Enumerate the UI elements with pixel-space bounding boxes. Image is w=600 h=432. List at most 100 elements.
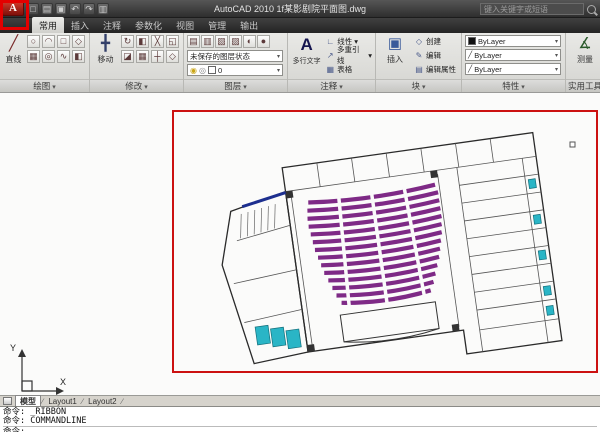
- drawing-canvas[interactable]: Y X: [0, 93, 600, 395]
- document-name: 1f某影剧院平面图.dwg: [277, 4, 367, 14]
- command-prompt[interactable]: 命令:: [3, 426, 597, 432]
- floor-plan: [210, 133, 562, 386]
- tab-view[interactable]: 视图: [169, 17, 201, 33]
- create-block-button[interactable]: ◇ 创建: [414, 35, 456, 47]
- rotate-tool-icon[interactable]: ↻: [121, 35, 134, 48]
- panel-utilities-label[interactable]: 实用工具: [566, 79, 600, 92]
- layer-tool-row: ▤ ▥ ▧ ▨ ◐ ●: [187, 35, 283, 48]
- panel-annotate: A 多行文字 ∟ 线性 ▾ ↗ 多重引线 ▾ ▦: [288, 33, 376, 92]
- multileader-icon: ↗: [325, 51, 335, 60]
- layout-tab-bar: 模型 ∕ Layout1 ∕ Layout2 ∕: [0, 395, 600, 406]
- rectangle-tool-icon[interactable]: □: [57, 35, 70, 48]
- search-icon[interactable]: [587, 5, 596, 14]
- layer-name-value: 0: [218, 66, 222, 75]
- edit-attributes-label: 编辑属性: [426, 64, 456, 75]
- color-swatch: [468, 37, 476, 45]
- caret-down-icon: ▾: [521, 84, 525, 91]
- annotation-highlight-box: [0, 0, 29, 30]
- help-search: [480, 3, 596, 15]
- plot-icon[interactable]: ▥: [97, 3, 109, 15]
- edit-block-label: 编辑: [426, 50, 441, 61]
- save-icon[interactable]: ▣: [55, 3, 67, 15]
- layer-properties-icon[interactable]: ▤: [187, 35, 200, 48]
- multileader-button[interactable]: ↗ 多重引线 ▾: [325, 49, 372, 61]
- stairs-hatch: [237, 204, 280, 238]
- layer-lock-icon[interactable]: ●: [257, 35, 270, 48]
- redo-icon[interactable]: ↷: [83, 3, 95, 15]
- line-button[interactable]: ╱ 直线: [3, 35, 24, 65]
- erase-tool-icon[interactable]: ◪: [121, 50, 134, 63]
- lineweight-value: ByLayer: [474, 65, 502, 74]
- edit-attributes-button[interactable]: ▤ 编辑属性: [414, 63, 456, 75]
- panel-properties-label[interactable]: 特性▾: [462, 79, 565, 92]
- edit-block-icon: ✎: [414, 51, 424, 60]
- tab-layout1[interactable]: Layout1: [44, 397, 80, 406]
- panel-modify: ╋ 移动 ↻ ◧ ╳ ◱ ◪ ▦ ┼ ◇ 修改▾: [90, 33, 184, 92]
- measure-button[interactable]: ∡ 测量: [569, 35, 600, 65]
- trim-tool-icon[interactable]: ╳: [151, 35, 164, 48]
- layer-states-icon[interactable]: ▥: [201, 35, 214, 48]
- panel-annotate-title: 注释: [320, 81, 337, 91]
- linetype-dropdown[interactable]: ╱ ByLayer ▾: [465, 49, 561, 61]
- panel-properties: ByLayer ▾ ╱ ByLayer ▾ ╱ ByLayer ▾: [462, 33, 566, 92]
- arc-tool-icon[interactable]: ◠: [42, 35, 55, 48]
- lineweight-sample-icon: ╱: [468, 65, 472, 73]
- ucs-x-label: X: [60, 377, 66, 387]
- quick-access-toolbar: □ ▤ ▣ ↶ ↷ ▥: [27, 3, 109, 15]
- mirror-tool-icon[interactable]: ◧: [136, 35, 149, 48]
- hatch-tool-icon[interactable]: ▦: [27, 50, 40, 63]
- stage: [340, 302, 439, 347]
- grip-point[interactable]: [570, 142, 575, 147]
- tab-insert[interactable]: 插入: [64, 17, 96, 33]
- command-line[interactable]: 命令: _RIBBON 命令: COMMANDLINE 命令:: [0, 406, 600, 432]
- circle-tool-icon[interactable]: ○: [27, 35, 40, 48]
- fillet-tool-icon[interactable]: ┼: [151, 50, 164, 63]
- app-name: AutoCAD 2010: [214, 4, 274, 14]
- layer-state-dropdown[interactable]: 未保存的图层状态 ▾: [187, 50, 283, 62]
- object-color-dropdown[interactable]: ByLayer ▾: [465, 35, 561, 47]
- insert-block-label: 插入: [387, 54, 403, 65]
- search-input[interactable]: [480, 3, 584, 15]
- explode-tool-icon[interactable]: ◇: [166, 50, 179, 63]
- panel-layers: ▤ ▥ ▧ ▨ ◐ ● 未保存的图层状态 ▾ ◉ ◎: [184, 33, 288, 92]
- undo-icon[interactable]: ↶: [69, 3, 81, 15]
- move-button-label: 移动: [98, 54, 114, 65]
- tab-output[interactable]: 输出: [233, 17, 265, 33]
- gradient-tool-icon[interactable]: ◧: [72, 50, 85, 63]
- table-button[interactable]: ▦ 表格: [325, 63, 372, 75]
- layer-freeze-icon[interactable]: ▨: [229, 35, 242, 48]
- spline-tool-icon[interactable]: ∿: [57, 50, 70, 63]
- linear-dim-icon: ∟: [325, 37, 335, 46]
- lineweight-dropdown[interactable]: ╱ ByLayer ▾: [465, 63, 561, 75]
- offset-tool-icon[interactable]: ◎: [42, 50, 55, 63]
- panel-layers-label[interactable]: 图层▾: [184, 79, 287, 92]
- mtext-button[interactable]: A 多行文字: [291, 35, 322, 66]
- open-file-icon[interactable]: ▤: [41, 3, 53, 15]
- panel-block-label[interactable]: 块▾: [376, 79, 461, 92]
- panel-modify-label[interactable]: 修改▾: [90, 79, 183, 92]
- autocad-window: A □ ▤ ▣ ↶ ↷ ▥ AutoCAD 2010 1f某影剧院平面图.dwg…: [0, 0, 600, 432]
- mtext-icon: A: [301, 35, 313, 55]
- layer-state-value: 未保存的图层状态: [190, 51, 250, 62]
- ribbon-tab-bar: 常用 插入 注释 参数化 视图 管理 输出: [0, 18, 600, 33]
- move-button[interactable]: ╋ 移动: [93, 35, 118, 65]
- caret-down-icon: ▾: [52, 84, 56, 91]
- polygon-tool-icon[interactable]: ◇: [72, 35, 85, 48]
- edit-block-button[interactable]: ✎ 编辑: [414, 49, 456, 61]
- layer-dropdown[interactable]: ◉ ◎ 0 ▾: [187, 64, 283, 76]
- array-tool-icon[interactable]: ▦: [136, 50, 149, 63]
- layer-off-icon[interactable]: ◐: [243, 35, 256, 48]
- scale-tool-icon[interactable]: ◱: [166, 35, 179, 48]
- tab-manage[interactable]: 管理: [201, 17, 233, 33]
- insert-block-button[interactable]: ▣ 插入: [379, 35, 411, 65]
- layer-thaw-icon: ◎: [199, 66, 206, 75]
- tab-annotate[interactable]: 注释: [96, 17, 128, 33]
- tab-layout2[interactable]: Layout2: [84, 397, 120, 406]
- tab-parametric[interactable]: 参数化: [128, 17, 169, 33]
- caret-down-icon: ▾: [422, 84, 426, 91]
- panel-draw-label[interactable]: 绘图▾: [0, 79, 89, 92]
- line-button-label: 直线: [6, 54, 22, 65]
- layer-isolate-icon[interactable]: ▧: [215, 35, 228, 48]
- tab-home[interactable]: 常用: [32, 17, 64, 33]
- panel-annotate-label[interactable]: 注释▾: [288, 79, 375, 92]
